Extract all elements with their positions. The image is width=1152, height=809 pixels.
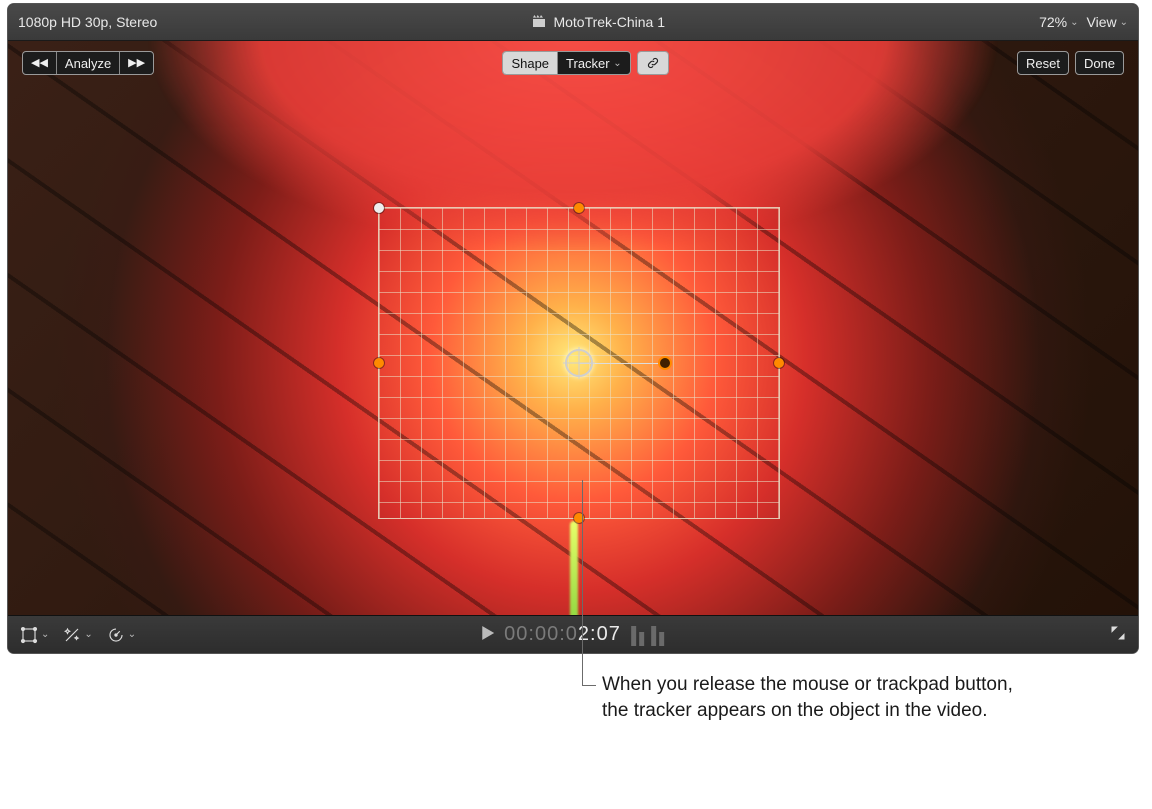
clip-title-group: MotoTrek-China 1	[531, 13, 665, 32]
tracker-handle-left[interactable]	[374, 358, 384, 368]
analyze-back-button[interactable]: ◀◀	[23, 52, 57, 74]
zoom-level-dropdown[interactable]: 72% ⌄	[1039, 14, 1078, 30]
speedometer-icon	[107, 626, 125, 644]
tracker-center-target[interactable]	[565, 349, 593, 377]
video-frame-decoration	[570, 521, 578, 617]
video-viewer[interactable]: ◀◀ Analyze ▶▶ Shape Tracker ⌄ Reset	[8, 41, 1138, 617]
fullscreen-icon	[1110, 625, 1126, 644]
enhance-tool-menu[interactable]: ⌄	[63, 626, 92, 644]
tracker-box[interactable]	[378, 207, 780, 519]
tracker-mode-dropdown[interactable]: Tracker ⌄	[558, 52, 630, 74]
play-icon	[482, 626, 494, 640]
done-button[interactable]: Done	[1075, 51, 1124, 75]
transform-icon	[20, 626, 38, 644]
tracker-handle-right[interactable]	[774, 358, 784, 368]
transform-tool-menu[interactable]: ⌄	[20, 626, 49, 644]
rewind-icon: ◀◀	[31, 58, 48, 69]
mode-toggle: Shape Tracker ⌄	[502, 51, 630, 75]
fast-forward-icon: ▶▶	[128, 58, 145, 69]
zoom-level-value: 72%	[1039, 14, 1067, 30]
view-menu[interactable]: View ⌄	[1087, 14, 1128, 30]
analyze-control-group: ◀◀ Analyze ▶▶	[22, 51, 154, 75]
reset-button[interactable]: Reset	[1017, 51, 1069, 75]
chevron-down-icon: ⌄	[613, 58, 621, 69]
done-button-label: Done	[1076, 52, 1123, 74]
chevron-down-icon: ⌄	[1120, 17, 1128, 28]
viewer-top-bar: 1080p HD 30p, Stereo MotoTrek-China 1 72…	[8, 4, 1138, 41]
link-button[interactable]	[637, 51, 669, 75]
video-editor-window: 1080p HD 30p, Stereo MotoTrek-China 1 72…	[8, 4, 1138, 653]
timecode-leading: 00:00:0	[504, 623, 578, 645]
callout-text: When you release the mouse or trackpad b…	[602, 672, 1032, 723]
clip-title: MotoTrek-China 1	[553, 14, 665, 30]
tracker-handle-top-left[interactable]	[374, 203, 384, 213]
viewer-overlay-controls: ◀◀ Analyze ▶▶ Shape Tracker ⌄ Reset	[8, 51, 1138, 75]
tracker-mode-label: Tracker	[566, 56, 610, 71]
play-button[interactable]	[482, 623, 494, 646]
fullscreen-button[interactable]	[1110, 625, 1126, 644]
chevron-down-icon: ⌄	[41, 629, 49, 640]
clip-format-label: 1080p HD 30p, Stereo	[18, 14, 157, 30]
callout-leader-line	[582, 480, 583, 686]
chevron-down-icon: ⌄	[1070, 17, 1078, 28]
clapperboard-icon	[531, 13, 547, 32]
tracker-handle-top[interactable]	[574, 203, 584, 213]
analyze-button[interactable]: Analyze	[57, 52, 120, 74]
audio-meter	[631, 624, 664, 646]
link-icon	[638, 52, 668, 74]
timecode-display: 00:00:02:07	[482, 623, 664, 646]
shape-mode-button[interactable]: Shape	[503, 52, 558, 74]
chevron-down-icon: ⌄	[84, 629, 92, 640]
analyze-forward-button[interactable]: ▶▶	[120, 52, 153, 74]
magic-wand-icon	[63, 626, 81, 644]
retime-tool-menu[interactable]: ⌄	[107, 626, 136, 644]
reset-button-label: Reset	[1018, 52, 1068, 74]
viewer-bottom-bar: ⌄ ⌄ ⌄ 00:00:02:07	[8, 615, 1138, 653]
view-menu-label: View	[1087, 14, 1117, 30]
tracker-rotation-handle[interactable]	[658, 356, 672, 370]
chevron-down-icon: ⌄	[128, 629, 136, 640]
timecode-value: 2:07	[578, 623, 621, 645]
